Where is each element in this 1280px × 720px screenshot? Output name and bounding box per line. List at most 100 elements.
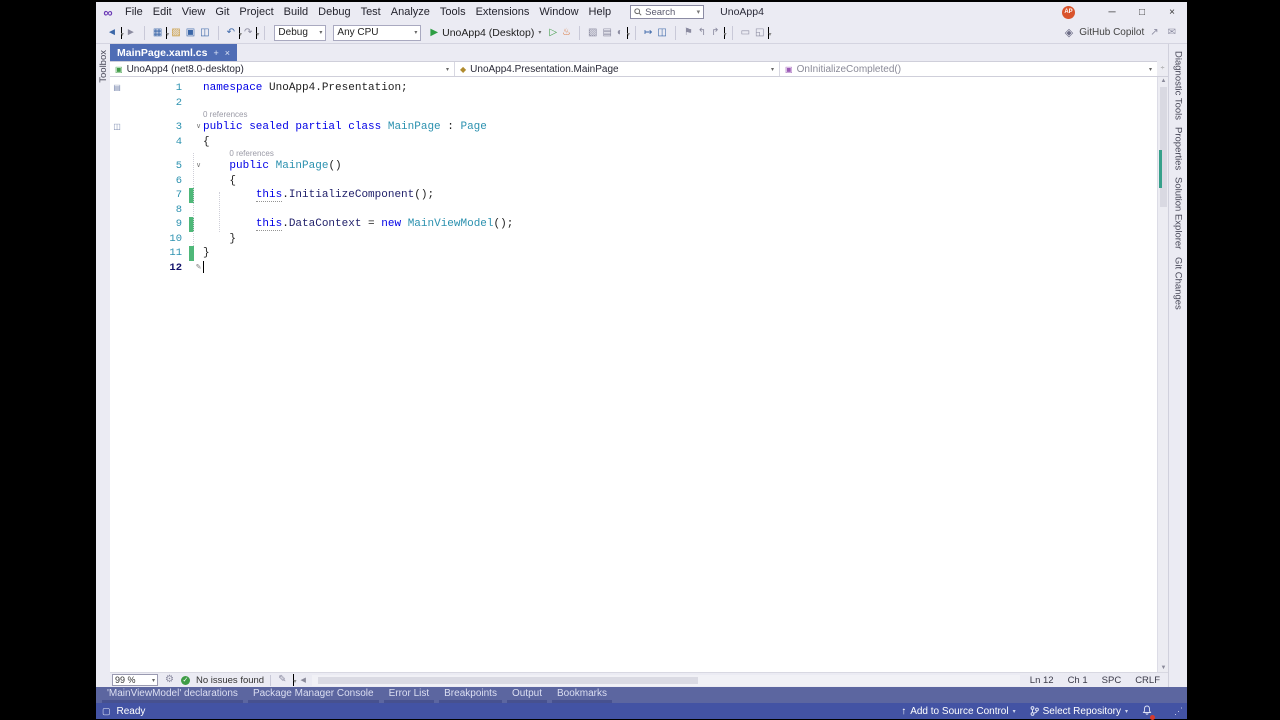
panel-tab[interactable]: Package Manager Console (247, 687, 380, 703)
zoom-level-dropdown[interactable]: 99 % ▾ (112, 674, 158, 686)
share-icon[interactable]: ↗ (1149, 25, 1159, 41)
health-status-text[interactable]: No issues found (196, 675, 264, 686)
copilot-label[interactable]: GitHub Copilot (1079, 27, 1144, 38)
menu-item[interactable]: Git (210, 4, 234, 20)
line-indicator[interactable]: Ln 12 (1030, 675, 1054, 686)
inheritance-margin-icon[interactable]: ◫ (110, 120, 124, 135)
notifications-button[interactable] (1142, 705, 1152, 718)
add-to-source-control-button[interactable]: ↑ Add to Source Control ▾ (901, 706, 1015, 717)
toolbox-tab[interactable]: Toolbox (98, 50, 109, 83)
comment-icon[interactable]: ◫ (656, 25, 667, 41)
right-panel-tab[interactable]: Solution Explorer (1173, 177, 1184, 249)
redo-icon[interactable]: ↷ (243, 25, 253, 41)
scroll-left-icon[interactable]: ◀ (300, 676, 305, 684)
new-project-icon[interactable]: ▦ (152, 25, 163, 41)
code-line[interactable]: 5∨ public MainPage() (110, 159, 1157, 174)
solution-configuration-dropdown[interactable]: Debug▾ (274, 25, 326, 41)
menu-item[interactable]: Window (534, 4, 583, 20)
code-line[interactable]: ◫3∨public sealed partial class MainPage … (110, 120, 1157, 135)
menu-item[interactable]: View (177, 4, 211, 20)
code-editor[interactable]: ▤1namespace UnoApp4.Presentation;20 refe… (110, 77, 1157, 672)
horizontal-scrollbar[interactable] (312, 675, 1020, 686)
save-all-icon[interactable]: ◫ (199, 25, 210, 41)
panel-tab[interactable]: Output (506, 687, 548, 703)
code-line[interactable]: 12✎ (110, 261, 1157, 276)
redo-caret-icon[interactable]: ▾ (256, 27, 257, 39)
close-button[interactable]: × (1157, 2, 1187, 22)
fold-collapse-icon[interactable]: ∨ (194, 120, 203, 135)
code-line[interactable]: 8 (110, 203, 1157, 218)
member-dropdown[interactable]: ▣ OnInitializeCompleted() ▾ (780, 62, 1157, 76)
start-without-debugging-icon[interactable]: ▷ (548, 25, 558, 41)
menu-item[interactable]: Project (234, 4, 278, 20)
code-line[interactable]: ▤1namespace UnoApp4.Presentation; (110, 81, 1157, 96)
code-line[interactable]: 9 this.DataContext = new MainViewModel()… (110, 217, 1157, 232)
resize-grip[interactable]: ⋰ (1174, 706, 1183, 717)
search-input[interactable]: Search ▾ (630, 5, 704, 19)
menu-item[interactable]: Test (356, 4, 386, 20)
panel-tab[interactable]: 'MainViewModel' declarations (101, 687, 244, 703)
nav-back-caret-icon[interactable]: ▾ (121, 27, 122, 39)
code-line[interactable]: 7 this.InitializeComponent(); (110, 188, 1157, 203)
toolbar-separator[interactable] (579, 26, 580, 40)
code-line[interactable]: 2 (110, 96, 1157, 111)
panel-tab[interactable]: Bookmarks (551, 687, 613, 703)
select-repository-button[interactable]: Select Repository ▾ (1030, 706, 1128, 717)
menu-item[interactable]: Analyze (386, 4, 435, 20)
nav-back-icon[interactable]: ◄ (106, 25, 118, 41)
panel-tab[interactable]: Breakpoints (438, 687, 503, 703)
code-line[interactable]: 11} (110, 246, 1157, 261)
menu-item[interactable]: Build (279, 4, 313, 20)
maximize-button[interactable]: □ (1127, 2, 1157, 22)
tool-window-icon[interactable]: ▢ (102, 706, 111, 717)
codelens-references[interactable]: 0 references (110, 149, 1157, 159)
send-feedback-icon[interactable]: ✉ (1167, 25, 1177, 41)
close-icon[interactable]: × (225, 48, 230, 58)
tasks-caret-icon[interactable]: ▾ (627, 27, 628, 39)
right-panel-tab[interactable]: Git Changes (1173, 257, 1184, 310)
toolbar-separator[interactable] (732, 26, 733, 40)
fold-collapse-icon[interactable]: ∨ (194, 159, 203, 174)
attach-process-icon[interactable]: ▧ (587, 25, 598, 41)
code-line[interactable]: 6 { (110, 174, 1157, 189)
menu-item[interactable]: Extensions (471, 4, 535, 20)
scrollbar-thumb[interactable] (1160, 87, 1167, 207)
bookmark-caret-icon[interactable]: ▾ (724, 27, 725, 39)
solution-platform-dropdown[interactable]: Any CPU▾ (333, 25, 421, 41)
save-icon[interactable]: ▣ (185, 25, 196, 41)
project-dropdown[interactable]: ▣ UnoApp4 (net8.0-desktop) ▾ (110, 62, 455, 76)
toolbar-separator[interactable] (218, 26, 219, 40)
nav-forward-icon[interactable]: ► (125, 25, 137, 41)
bookmark-icon[interactable]: ⚑ (683, 25, 694, 41)
toolbar-separator[interactable] (675, 26, 676, 40)
document-margin-icon[interactable]: ▤ (110, 81, 124, 96)
code-cleanup-icon[interactable]: ✎ (277, 672, 287, 688)
menu-item[interactable]: Tools (435, 4, 471, 20)
toolbar-separator[interactable] (144, 26, 145, 40)
start-debugging-button[interactable]: ▶ UnoApp4 (Desktop) ▾ (430, 27, 541, 39)
github-copilot-icon[interactable]: ◈ (1064, 25, 1074, 41)
codelens-references[interactable]: 0 references (110, 110, 1157, 120)
tab-mainpage-xaml-cs[interactable]: MainPage.xaml.cs + × (110, 44, 237, 61)
insert-mode-indicator[interactable]: SPC (1102, 675, 1122, 686)
code-line[interactable]: 4{ (110, 135, 1157, 150)
code-line[interactable]: 10 } (110, 232, 1157, 247)
undo-icon[interactable]: ↶ (226, 25, 236, 41)
scrollbar-split-handle[interactable]: ÷ (1157, 61, 1168, 77)
line-ending-indicator[interactable]: CRLF (1135, 675, 1160, 686)
minimize-button[interactable]: ─ (1097, 2, 1127, 22)
vertical-scrollbar[interactable]: ▲ ▼ (1157, 77, 1168, 672)
background-tasks-icon[interactable]: ◐ (616, 25, 624, 41)
undo-caret-icon[interactable]: ▾ (239, 27, 240, 39)
menu-item[interactable]: File (120, 4, 148, 20)
open-folder-icon[interactable]: ▨ (170, 25, 181, 41)
toolbar-separator[interactable] (264, 26, 265, 40)
build-selection-icon[interactable]: ▤ (601, 25, 612, 41)
toolbar-separator[interactable] (635, 26, 636, 40)
editor-layout-icon[interactable]: ▭ (740, 25, 751, 41)
pin-icon[interactable]: + (213, 48, 218, 58)
column-indicator[interactable]: Ch 1 (1068, 675, 1088, 686)
panel-tab[interactable]: Error List (383, 687, 436, 703)
right-panel-tab[interactable]: Properties (1173, 127, 1184, 170)
hot-reload-icon[interactable]: ♨ (561, 25, 572, 41)
